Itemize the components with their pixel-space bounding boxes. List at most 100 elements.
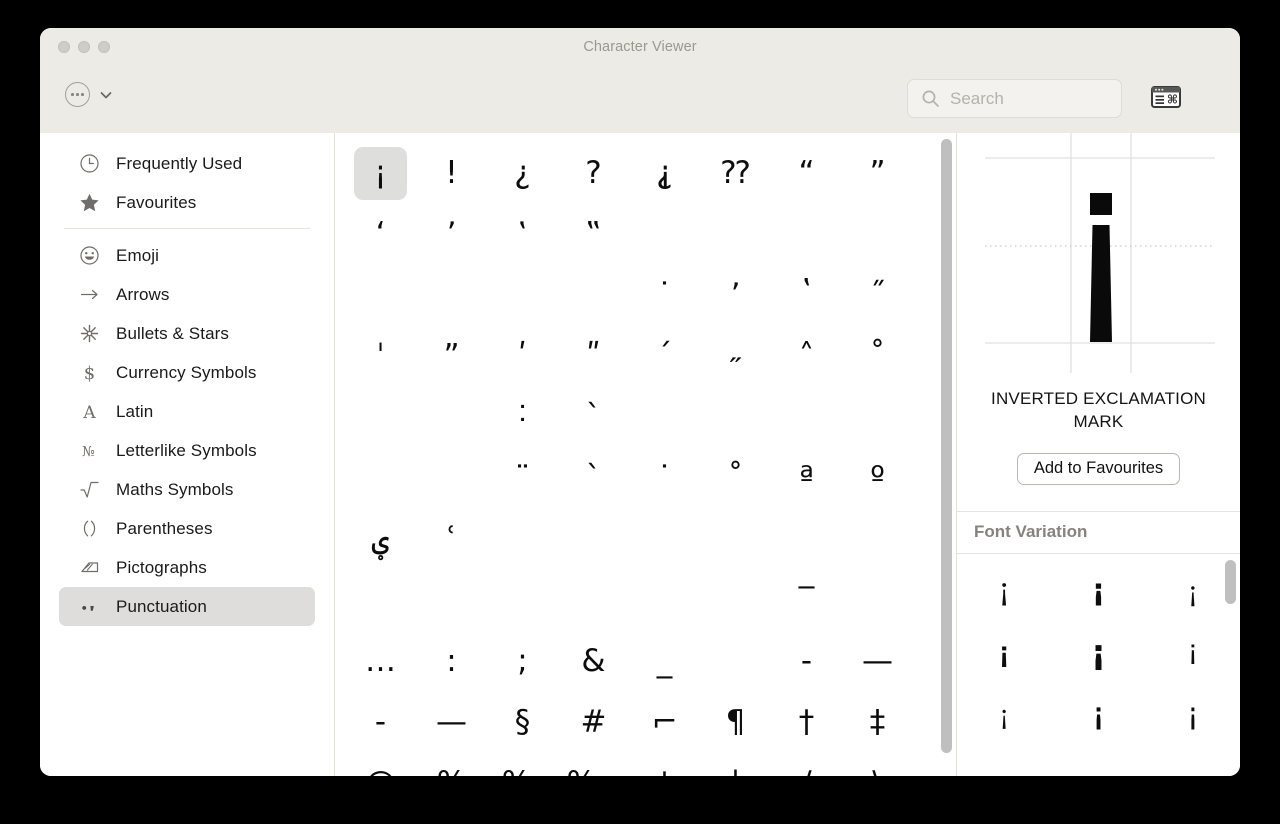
sidebar-item-latin[interactable]: A Latin bbox=[59, 392, 315, 431]
character-glyph bbox=[709, 513, 762, 566]
character-cell[interactable]: … bbox=[345, 631, 416, 692]
character-cell[interactable]: “ bbox=[771, 143, 842, 204]
character-cell[interactable]: ” bbox=[842, 143, 913, 204]
character-grid[interactable]: ¡! ¿? ⸘ ⁇ “ ” ‘ ’ ‛ ‟ ˙ ʼ ʽ ˝ ˈ ˮ ʹ ʺ ´ ˶ ˄ ˚ ˸ ˋ ¨ ` ˙ ˚ ª º ؠ ʿ ‾ …:; & _… bbox=[335, 133, 956, 776]
character-cell[interactable]: ‰ bbox=[487, 753, 558, 777]
sidebar-item-emoji[interactable]: Emoji bbox=[59, 236, 315, 275]
character-cell[interactable]: @ bbox=[345, 753, 416, 777]
character-cell[interactable]: ˋ bbox=[558, 387, 629, 448]
character-cell[interactable]: ؠ bbox=[345, 509, 416, 570]
character-cell[interactable]: ʼ bbox=[700, 265, 771, 326]
character-cell[interactable]: : bbox=[416, 631, 487, 692]
character-glyph: ˙ bbox=[656, 460, 673, 496]
character-cell[interactable]: ‾ bbox=[771, 570, 842, 631]
sidebar-item-bullets-and-stars[interactable]: Bullets & Stars bbox=[59, 314, 315, 353]
character-cell[interactable]: ´ bbox=[629, 326, 700, 387]
font-variation-cell[interactable]: ¡ bbox=[957, 684, 1051, 746]
sidebar-item-punctuation[interactable]: Punctuation bbox=[59, 587, 315, 626]
character-cell[interactable]: — bbox=[842, 631, 913, 692]
character-cell[interactable]: ˶ bbox=[700, 326, 771, 387]
character-cell[interactable]: ? bbox=[558, 143, 629, 204]
font-variation-cell[interactable]: ¡ bbox=[1146, 684, 1240, 746]
font-variation-grid[interactable]: ¡ ¡ ¡ ¡ ¡ ¡ ¡ ¡ ¡ bbox=[957, 554, 1240, 746]
character-cell bbox=[558, 265, 629, 326]
sidebar-label: Emoji bbox=[116, 245, 160, 265]
character-cell[interactable]: ‐ bbox=[771, 631, 842, 692]
add-to-favourites-button[interactable]: Add to Favourites bbox=[1016, 452, 1181, 485]
sidebar-label: Punctuation bbox=[116, 596, 207, 616]
character-cell[interactable]: † bbox=[771, 692, 842, 753]
character-glyph: º bbox=[870, 460, 885, 496]
character-cell[interactable]: ‱ bbox=[558, 753, 629, 777]
search-input[interactable]: Search bbox=[907, 79, 1122, 118]
sidebar-item-parentheses[interactable]: Parentheses bbox=[59, 509, 315, 548]
action-menu-button[interactable] bbox=[65, 82, 113, 107]
character-cell[interactable]: ¨ bbox=[487, 448, 558, 509]
grid-scrollbar[interactable] bbox=[941, 139, 952, 753]
character-cell[interactable]: ⌐ bbox=[629, 692, 700, 753]
character-cell[interactable]: ˚ bbox=[842, 326, 913, 387]
character-cell[interactable]: ˸ bbox=[487, 387, 558, 448]
font-variation-cell[interactable]: ¡ bbox=[1051, 560, 1145, 622]
character-cell[interactable]: § bbox=[487, 692, 558, 753]
sidebar-item-frequently-used[interactable]: Frequently Used bbox=[59, 144, 315, 183]
character-cell[interactable]: / bbox=[771, 753, 842, 777]
character-cell[interactable]: ª bbox=[771, 448, 842, 509]
character-cell[interactable]: ¡ bbox=[345, 143, 416, 204]
sidebar-item-maths-symbols[interactable]: Maths Symbols bbox=[59, 470, 315, 509]
character-cell[interactable]: ¦ bbox=[629, 753, 700, 777]
character-cell[interactable]: \ bbox=[842, 753, 913, 777]
keyboard-viewer-icon[interactable]: ⌘ bbox=[1151, 86, 1181, 108]
character-cell[interactable]: ˚ bbox=[700, 448, 771, 509]
character-cell[interactable]: ˮ bbox=[416, 326, 487, 387]
character-glyph: ʼ bbox=[730, 277, 741, 313]
font-variation-cell[interactable]: ¡ bbox=[1146, 622, 1240, 684]
sidebar-item-currency-symbols[interactable]: $ Currency Symbols bbox=[59, 353, 315, 392]
character-cell[interactable]: º bbox=[842, 448, 913, 509]
font-variation-cell[interactable]: ¡ bbox=[957, 622, 1051, 684]
character-cell[interactable]: ‡ bbox=[842, 692, 913, 753]
character-cell[interactable]: ¿ bbox=[487, 143, 558, 204]
font-variation-cell[interactable]: ¡ bbox=[1051, 622, 1145, 684]
character-cell[interactable]: ‘ bbox=[345, 204, 416, 265]
sidebar-item-arrows[interactable]: Arrows bbox=[59, 275, 315, 314]
character-cell[interactable]: ¶ bbox=[700, 692, 771, 753]
character-cell[interactable]: ‛ bbox=[487, 204, 558, 265]
character-cell[interactable]: ʹ bbox=[487, 326, 558, 387]
character-cell[interactable]: ʽ bbox=[771, 265, 842, 326]
character-cell[interactable]: ⸘ bbox=[629, 143, 700, 204]
character-glyph: ¨ bbox=[514, 460, 531, 496]
character-cell[interactable]: ʿ bbox=[416, 509, 487, 570]
character-glyph bbox=[780, 391, 833, 444]
character-cell[interactable]: # bbox=[558, 692, 629, 753]
character-cell[interactable]: & bbox=[558, 631, 629, 692]
character-cell[interactable]: ` bbox=[558, 448, 629, 509]
character-glyph bbox=[425, 269, 478, 322]
search-placeholder-text: Search bbox=[950, 88, 1004, 108]
character-cell[interactable]: ˄ bbox=[771, 326, 842, 387]
sidebar-item-favourites[interactable]: Favourites bbox=[59, 183, 315, 222]
font-variation-cell[interactable]: ¡ bbox=[1051, 684, 1145, 746]
preview-glyph-stem bbox=[1090, 225, 1112, 342]
character-cell[interactable]: ˙ bbox=[629, 448, 700, 509]
character-cell[interactable]: ⁇ bbox=[700, 143, 771, 204]
character-cell[interactable]: - bbox=[345, 692, 416, 753]
character-cell[interactable]: ! bbox=[416, 143, 487, 204]
character-cell[interactable]: | bbox=[700, 753, 771, 777]
sidebar-item-letterlike-symbols[interactable]: № Letterlike Symbols bbox=[59, 431, 315, 470]
character-cell[interactable]: _ bbox=[629, 631, 700, 692]
font-variation-header: Font Variation bbox=[957, 510, 1240, 553]
character-cell bbox=[487, 570, 558, 631]
character-cell[interactable]: — bbox=[416, 692, 487, 753]
character-cell[interactable]: ˈ bbox=[345, 326, 416, 387]
character-cell[interactable]: ʺ bbox=[558, 326, 629, 387]
sidebar-item-pictographs[interactable]: Pictographs bbox=[59, 548, 315, 587]
character-cell[interactable]: ‟ bbox=[558, 204, 629, 265]
character-cell[interactable]: ’ bbox=[416, 204, 487, 265]
character-cell[interactable]: % bbox=[416, 753, 487, 777]
font-variation-cell[interactable]: ¡ bbox=[957, 560, 1051, 622]
character-cell[interactable]: ˝ bbox=[842, 265, 913, 326]
font-variation-scrollbar[interactable] bbox=[1225, 559, 1236, 604]
character-cell[interactable]: ; bbox=[487, 631, 558, 692]
character-cell[interactable]: ˙ bbox=[629, 265, 700, 326]
